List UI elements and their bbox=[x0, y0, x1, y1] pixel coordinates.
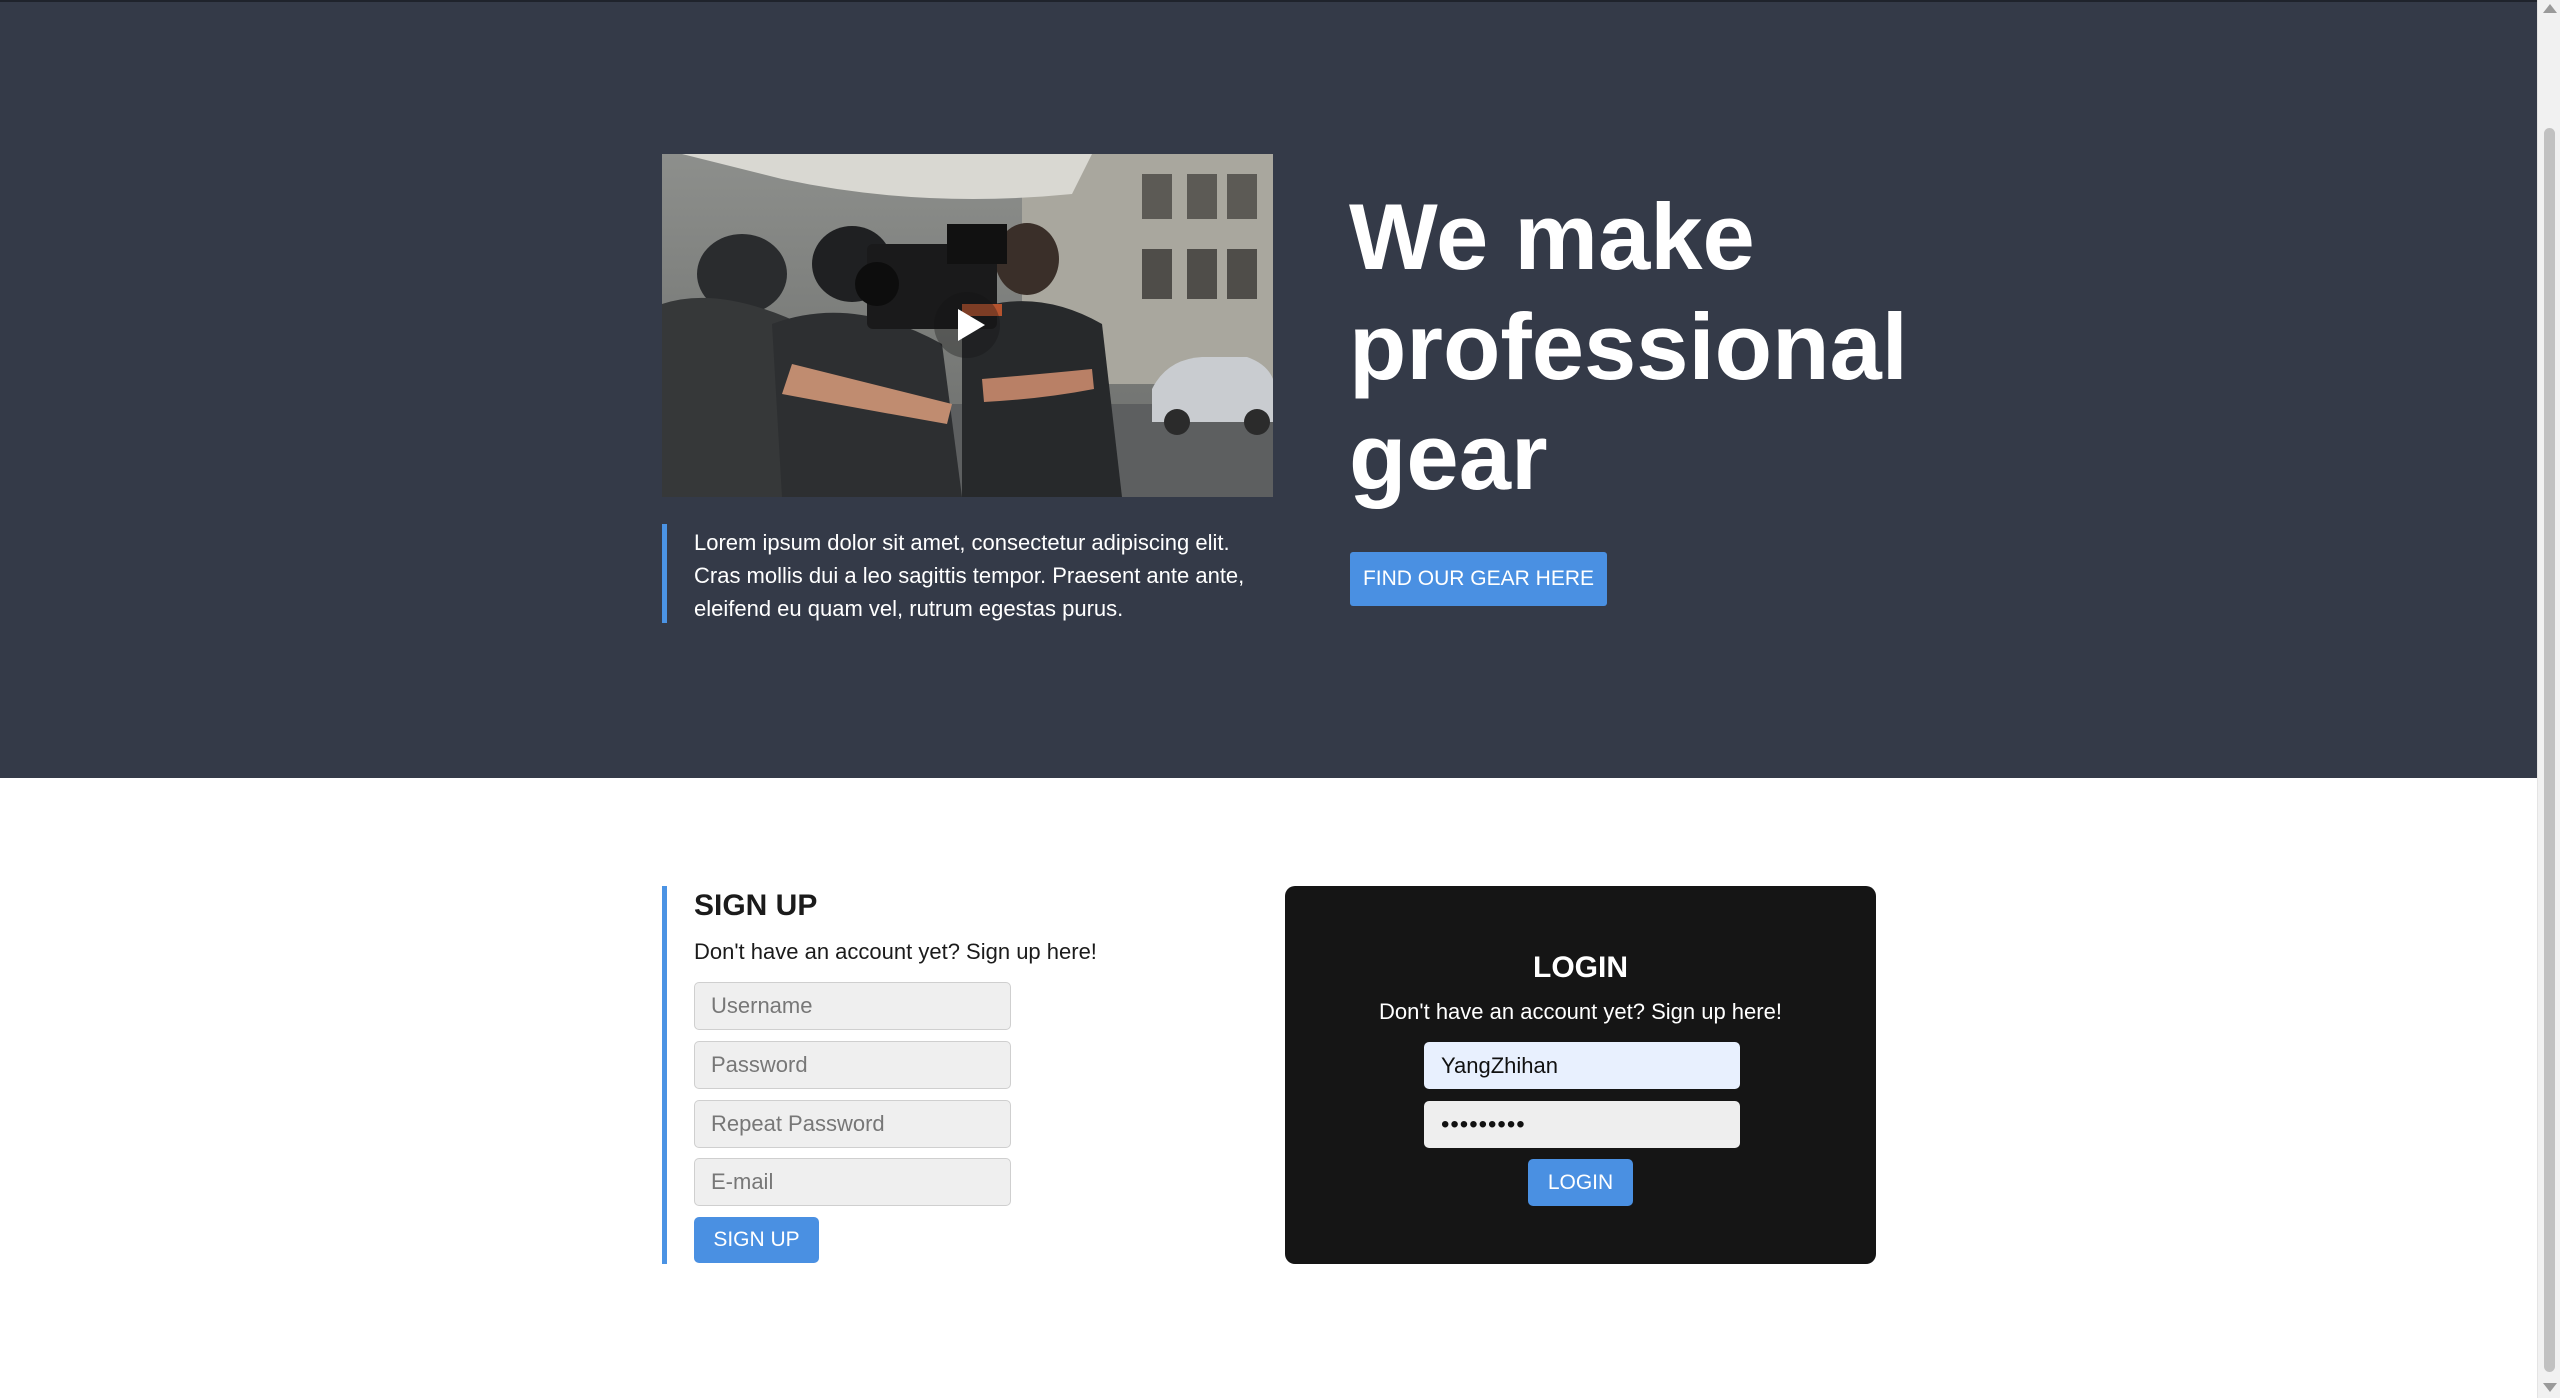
signup-username-input[interactable] bbox=[694, 982, 1011, 1030]
signup-email-input[interactable] bbox=[694, 1158, 1011, 1206]
scroll-down-arrow-icon[interactable] bbox=[2543, 1383, 2557, 1392]
signup-button[interactable]: SIGN UP bbox=[694, 1217, 819, 1263]
signup-password-input[interactable] bbox=[694, 1041, 1011, 1089]
login-password-input[interactable] bbox=[1424, 1101, 1740, 1148]
vertical-scrollbar[interactable] bbox=[2537, 0, 2560, 1398]
hero-title-line: We make bbox=[1349, 184, 1755, 289]
login-button[interactable]: LOGIN bbox=[1528, 1159, 1633, 1206]
login-username-input[interactable] bbox=[1424, 1042, 1740, 1089]
scroll-up-arrow-icon[interactable] bbox=[2543, 4, 2557, 13]
page: Lorem ipsum dolor sit amet, consectetur … bbox=[0, 0, 2560, 1398]
signup-panel: SIGN UP Don't have an account yet? Sign … bbox=[662, 886, 1222, 1264]
hero-quote: Lorem ipsum dolor sit amet, consectetur … bbox=[662, 524, 1282, 623]
signup-title: SIGN UP bbox=[694, 889, 818, 922]
login-panel: LOGIN Don't have an account yet? Sign up… bbox=[1285, 886, 1876, 1264]
signup-subtitle: Don't have an account yet? Sign up here! bbox=[694, 939, 1097, 964]
video-thumbnail[interactable] bbox=[662, 154, 1273, 497]
login-title: LOGIN bbox=[1533, 951, 1628, 984]
find-gear-button[interactable]: FIND OUR GEAR HERE bbox=[1350, 552, 1607, 606]
hero-title-line: professional bbox=[1349, 294, 1908, 399]
hero-title-line: gear bbox=[1349, 404, 1548, 509]
play-icon bbox=[958, 309, 985, 341]
scrollbar-thumb[interactable] bbox=[2544, 128, 2555, 1372]
signup-repeat-password-input[interactable] bbox=[694, 1100, 1011, 1148]
login-subtitle: Don't have an account yet? Sign up here! bbox=[1379, 999, 1782, 1024]
hero-section: Lorem ipsum dolor sit amet, consectetur … bbox=[0, 0, 2537, 778]
hero-title: We make professional gear bbox=[1349, 182, 1949, 512]
play-button[interactable] bbox=[934, 292, 1000, 358]
